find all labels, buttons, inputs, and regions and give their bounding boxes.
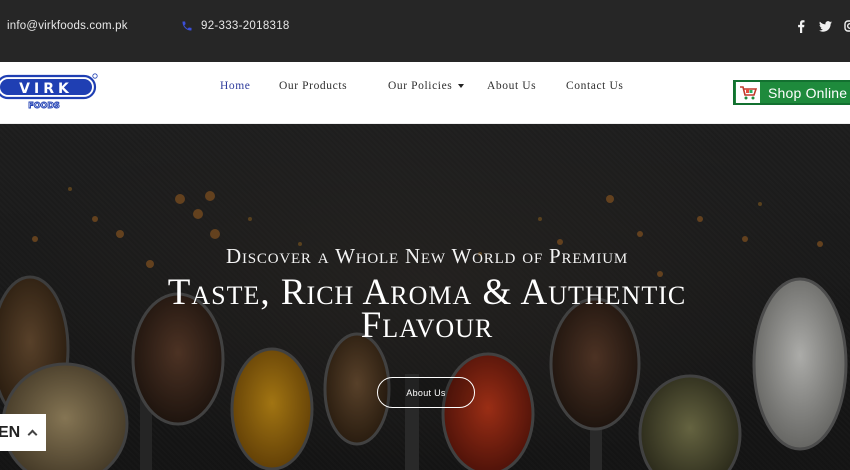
language-selector[interactable]: EN: [0, 414, 46, 451]
nav-item-home[interactable]: Home: [220, 80, 251, 92]
nav-item-about-us[interactable]: About Us: [487, 80, 536, 92]
phone-icon: [182, 21, 192, 31]
top-bar: info@virkfoods.com.pk 92-333-2018318: [0, 0, 850, 62]
nav-item-our-policies-label: Our Policies: [388, 80, 453, 92]
chevron-up-icon: [27, 429, 38, 440]
hero-headline-line2b: Flavour: [360, 305, 494, 346]
twitter-icon[interactable]: [818, 19, 832, 33]
language-label: EN: [0, 423, 21, 441]
hero-headline-line1: Discover a Whole New World of Premium: [226, 244, 628, 268]
phone-contact[interactable]: 92-333-2018318: [181, 20, 290, 32]
facebook-icon[interactable]: [794, 19, 808, 33]
shop-online-label: Shop Online: [768, 84, 848, 101]
shopping-cart-icon: [736, 82, 760, 103]
virk-foods-logo[interactable]: VIRK FOODS: [0, 73, 100, 113]
phone-number: 92-333-2018318: [201, 20, 290, 32]
nav-item-our-products[interactable]: Our Products: [279, 80, 347, 92]
instagram-icon[interactable]: [843, 19, 850, 33]
main-navigation: VIRK FOODS Home Our Products Our Policie…: [0, 62, 850, 124]
logo-subtext: FOODS: [28, 101, 60, 110]
nav-item-our-policies[interactable]: Our Policies: [388, 80, 465, 92]
about-us-button[interactable]: About Us: [377, 377, 475, 408]
logo-text: VIRK: [19, 81, 73, 97]
email-link[interactable]: info@virkfoods.com.pk: [7, 20, 128, 32]
hero-headline-line2: Taste, Rich Aroma & Authentic Flavour: [0, 274, 850, 346]
shop-online-button[interactable]: Shop Online: [733, 80, 850, 105]
caret-down-icon: [458, 84, 465, 89]
hero-banner: Discover a Whole New World of Premium Ta…: [0, 124, 850, 470]
nav-item-contact-us[interactable]: Contact Us: [566, 80, 623, 92]
